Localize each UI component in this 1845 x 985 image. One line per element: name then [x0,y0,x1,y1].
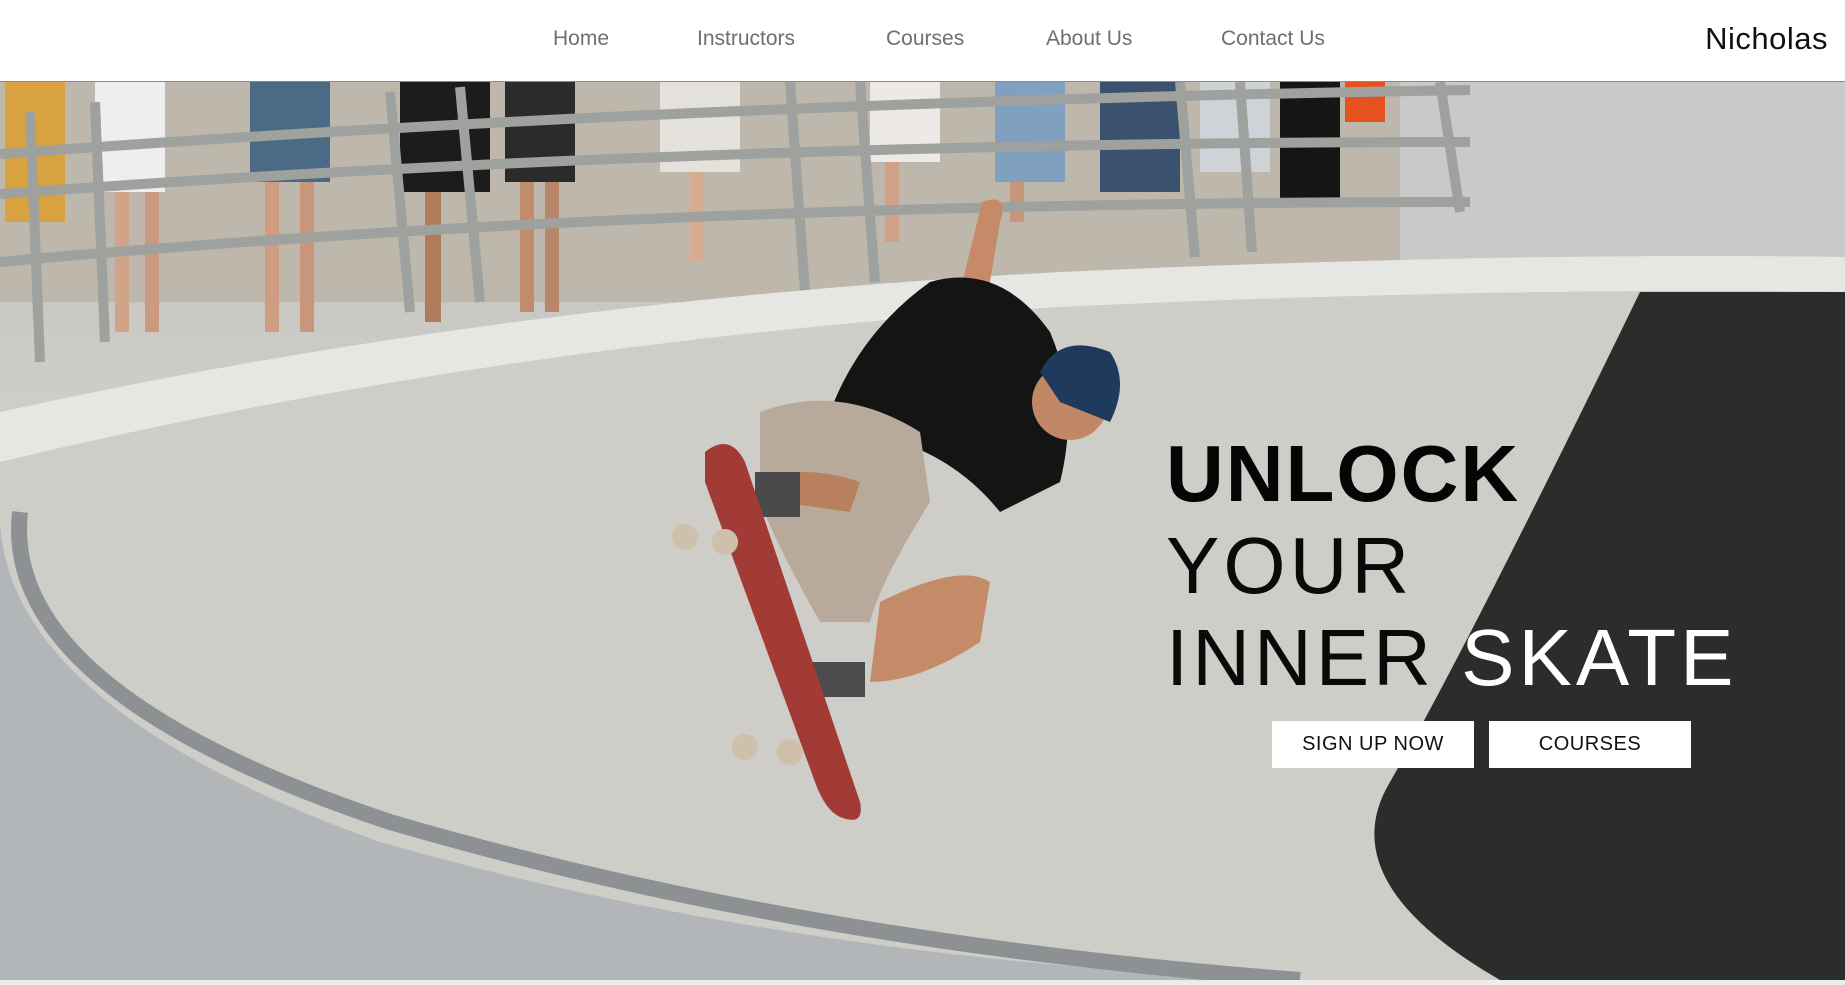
brand-name[interactable]: Nicholas [1705,20,1828,58]
headline-line-1: UNLOCK [1166,429,1521,518]
headline-line-2: YOUR [1166,521,1414,610]
nav-contact-us[interactable]: Contact Us [1221,26,1325,52]
nav-instructors[interactable]: Instructors [697,26,795,52]
nav-home[interactable]: Home [553,26,609,52]
site-header: Home Instructors Courses About Us Contac… [0,0,1845,82]
courses-button[interactable]: COURSES [1489,721,1691,768]
nav-about-us[interactable]: About Us [1046,26,1132,52]
hero-section: UNLOCK YOUR INNER SKATE SIGN UP NOW COUR… [0,82,1845,980]
headline-inner: INNER [1166,613,1435,702]
sign-up-button[interactable]: SIGN UP NOW [1272,721,1474,768]
headline-skate: SKATE [1461,613,1738,702]
hero-headline: UNLOCK YOUR INNER SKATE [1166,428,1738,704]
headline-line-3: INNER SKATE [1166,612,1738,704]
page-bottom-border [0,980,1845,985]
nav-courses[interactable]: Courses [886,26,964,52]
